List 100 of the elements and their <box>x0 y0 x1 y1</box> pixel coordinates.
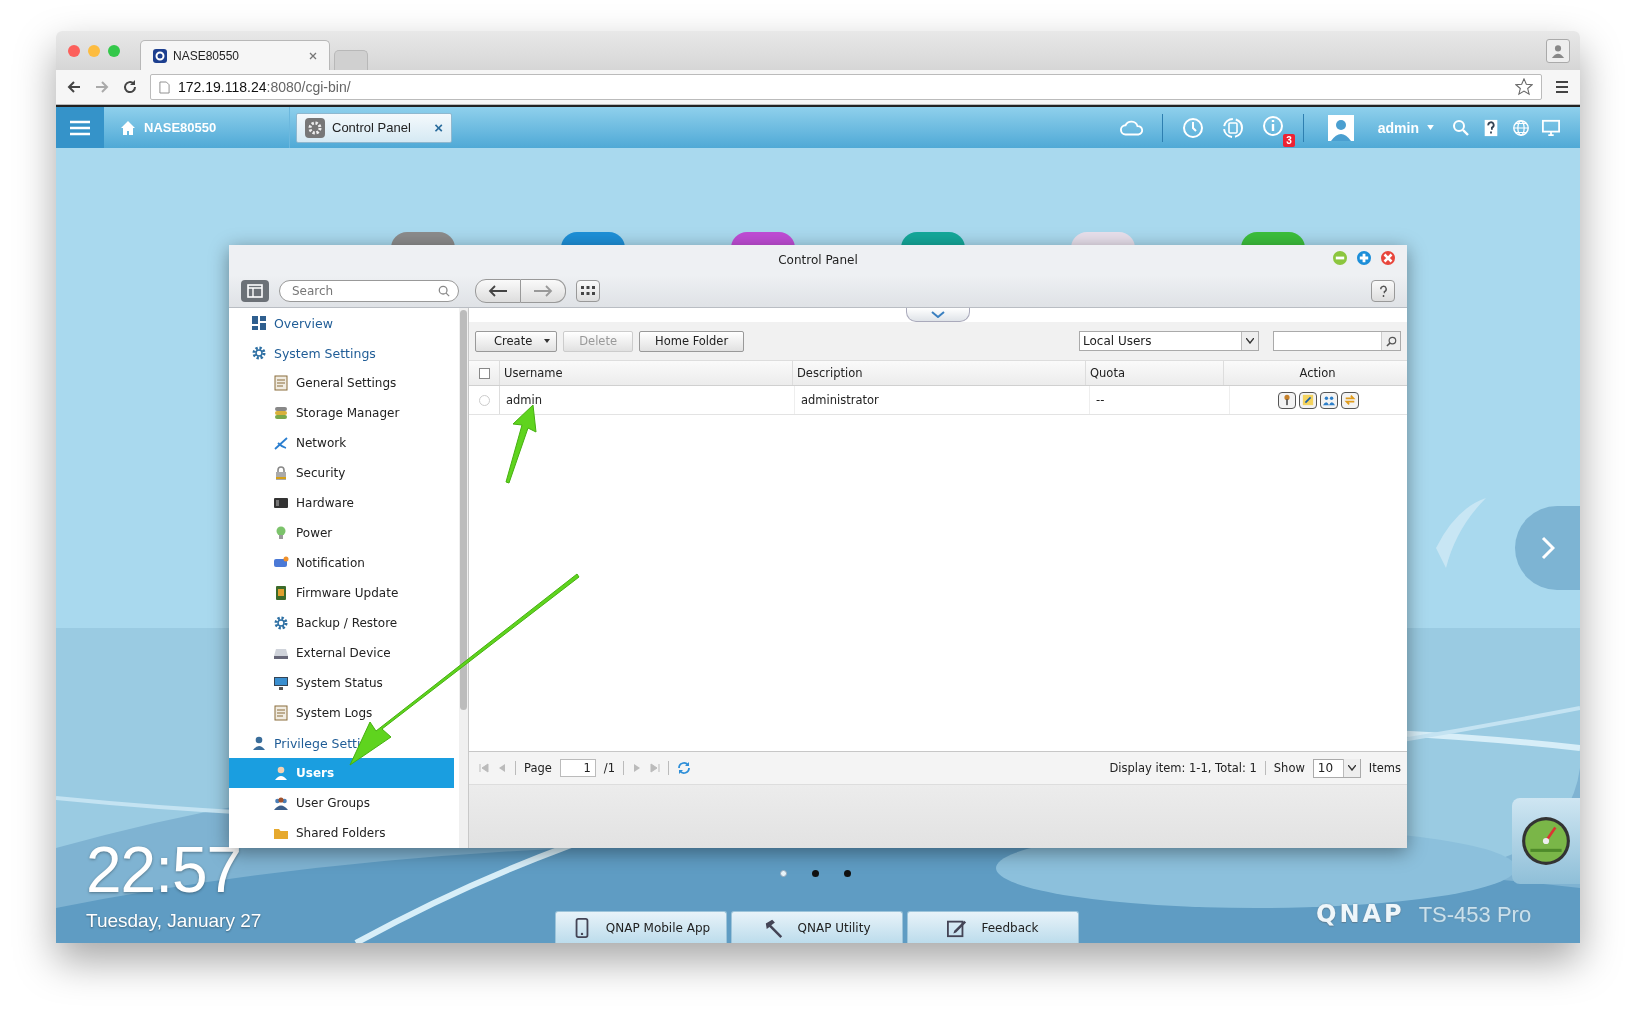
first-page-icon[interactable] <box>479 763 489 773</box>
search-field[interactable]: Search <box>279 280 459 302</box>
sidebar-toggle-button[interactable] <box>241 280 269 302</box>
sidebar-label: Shared Folders <box>296 826 386 840</box>
profile-button[interactable] <box>1546 38 1570 63</box>
dock-button[interactable]: QNAP Utility <box>731 911 903 943</box>
page-field[interactable]: 1 <box>559 759 596 777</box>
grid-icon <box>581 286 595 296</box>
sidebar-item[interactable]: Privilege Setti <box>229 728 454 758</box>
sidebar-item[interactable]: Security <box>229 458 454 488</box>
column-header[interactable]: Description <box>793 361 1086 385</box>
sidebar-item[interactable]: System Logs <box>229 698 454 728</box>
filter-search-field[interactable] <box>1273 331 1401 351</box>
favicon-icon <box>153 48 167 63</box>
close-icon <box>1381 251 1395 265</box>
avatar-icon[interactable] <box>1327 114 1354 141</box>
page-dot[interactable] <box>812 870 819 877</box>
monitor-icon[interactable] <box>1542 118 1560 137</box>
swap-button[interactable] <box>1341 391 1359 409</box>
page-label: Page <box>524 761 552 775</box>
page-dot[interactable] <box>844 870 851 877</box>
zoom-window-button[interactable] <box>108 44 120 57</box>
page-dot[interactable] <box>780 870 787 877</box>
edit-button[interactable] <box>1299 391 1317 409</box>
create-label: Create <box>494 334 533 348</box>
home-folder-button[interactable]: Home Folder <box>639 330 745 352</box>
sync-icon[interactable] <box>1220 116 1245 139</box>
sidebar-item[interactable]: Firmware Update <box>229 578 454 608</box>
select-all-checkbox[interactable] <box>478 367 490 379</box>
search-icon[interactable] <box>1452 118 1470 137</box>
items-label: Items <box>1368 761 1401 775</box>
star-icon[interactable] <box>1515 78 1533 96</box>
page-total: /1 <box>603 761 616 775</box>
user-type-dropdown[interactable]: Local Users <box>1079 331 1259 351</box>
person-icon <box>1551 43 1565 58</box>
sidebar-item[interactable]: General Settings <box>229 368 454 398</box>
collapse-tab[interactable] <box>906 308 970 322</box>
person-icon <box>251 735 267 751</box>
apps-grid-button[interactable] <box>576 280 600 302</box>
notification-count: 3 <box>1283 133 1295 147</box>
clock-icon[interactable] <box>1180 116 1205 139</box>
close-button[interactable] <box>1381 251 1395 265</box>
scrollbar-thumb[interactable] <box>460 310 467 710</box>
globe-icon[interactable] <box>1512 118 1530 137</box>
help-button[interactable] <box>1371 280 1395 302</box>
minimize-button[interactable] <box>1333 251 1347 265</box>
search-input[interactable]: Search <box>292 284 438 298</box>
close-window-button[interactable] <box>68 44 80 57</box>
sidebar-item[interactable]: Notification <box>229 548 454 578</box>
column-header[interactable]: Action <box>1224 361 1407 385</box>
dock-label: QNAP Utility <box>797 920 871 935</box>
create-button[interactable]: Create <box>475 330 558 352</box>
sidebar-item[interactable]: Hardware <box>229 488 454 518</box>
clock-date: Tuesday, January 27 <box>86 910 262 932</box>
home-label: NASE80550 <box>144 120 217 135</box>
sidebar-item[interactable]: Overview <box>229 308 454 338</box>
sidebar-label: User Groups <box>296 796 370 810</box>
sidebar-item[interactable]: User Groups <box>229 788 454 818</box>
back-icon[interactable] <box>66 79 82 95</box>
column-header[interactable]: Username <box>500 361 793 385</box>
sidebar-item[interactable]: External Device <box>229 638 454 668</box>
dock-button[interactable]: QNAP Mobile App <box>555 911 727 943</box>
last-page-icon[interactable] <box>650 763 661 773</box>
swap-icon <box>1344 394 1356 406</box>
column-header[interactable]: Quota <box>1086 361 1224 385</box>
back-button[interactable] <box>475 279 521 303</box>
reload-icon[interactable] <box>122 79 138 95</box>
dashboard-widget[interactable] <box>1512 798 1580 884</box>
sidebar-item[interactable]: Backup / Restore <box>229 608 454 638</box>
address-field[interactable]: 172.19.118.24:8080/cgi-bin/ <box>150 74 1542 100</box>
document-icon <box>273 375 289 391</box>
close-icon[interactable] <box>309 51 317 60</box>
padlock-icon <box>273 465 289 481</box>
sidebar-item[interactable]: System Settings <box>229 338 454 368</box>
menu-button[interactable] <box>56 107 104 148</box>
sidebar-item[interactable]: System Status <box>229 668 454 698</box>
info-icon[interactable] <box>1260 114 1285 137</box>
close-button[interactable]: × <box>434 119 443 136</box>
sidebar-item[interactable]: Storage Manager <box>229 398 454 428</box>
groups-button[interactable] <box>1320 391 1338 409</box>
table-cell: administrator <box>801 393 879 407</box>
key-button[interactable] <box>1278 391 1296 409</box>
search-button[interactable] <box>1381 332 1400 350</box>
dock-button[interactable]: Feedback <box>907 911 1079 943</box>
sidebar-item[interactable]: Network <box>229 428 454 458</box>
maximize-button[interactable] <box>1357 251 1371 265</box>
refresh-icon[interactable] <box>677 761 692 775</box>
row-checkbox[interactable] <box>478 394 490 406</box>
page-size-dropdown[interactable]: 10 <box>1312 758 1361 778</box>
document-icon <box>273 705 289 721</box>
table-cell: admin <box>506 393 543 407</box>
forward-icon[interactable] <box>94 79 110 95</box>
menu-icon[interactable] <box>1554 79 1570 95</box>
help-icon[interactable] <box>1482 118 1500 137</box>
previous-page-icon[interactable] <box>497 763 507 773</box>
app-tab[interactable]: Control Panel × <box>296 112 452 143</box>
sidebar-label: Users <box>296 766 335 780</box>
sidebar-item[interactable]: Power <box>229 518 454 548</box>
browser-tab[interactable]: NASE80550 <box>140 40 330 70</box>
sidebar-label: Power <box>296 526 333 540</box>
